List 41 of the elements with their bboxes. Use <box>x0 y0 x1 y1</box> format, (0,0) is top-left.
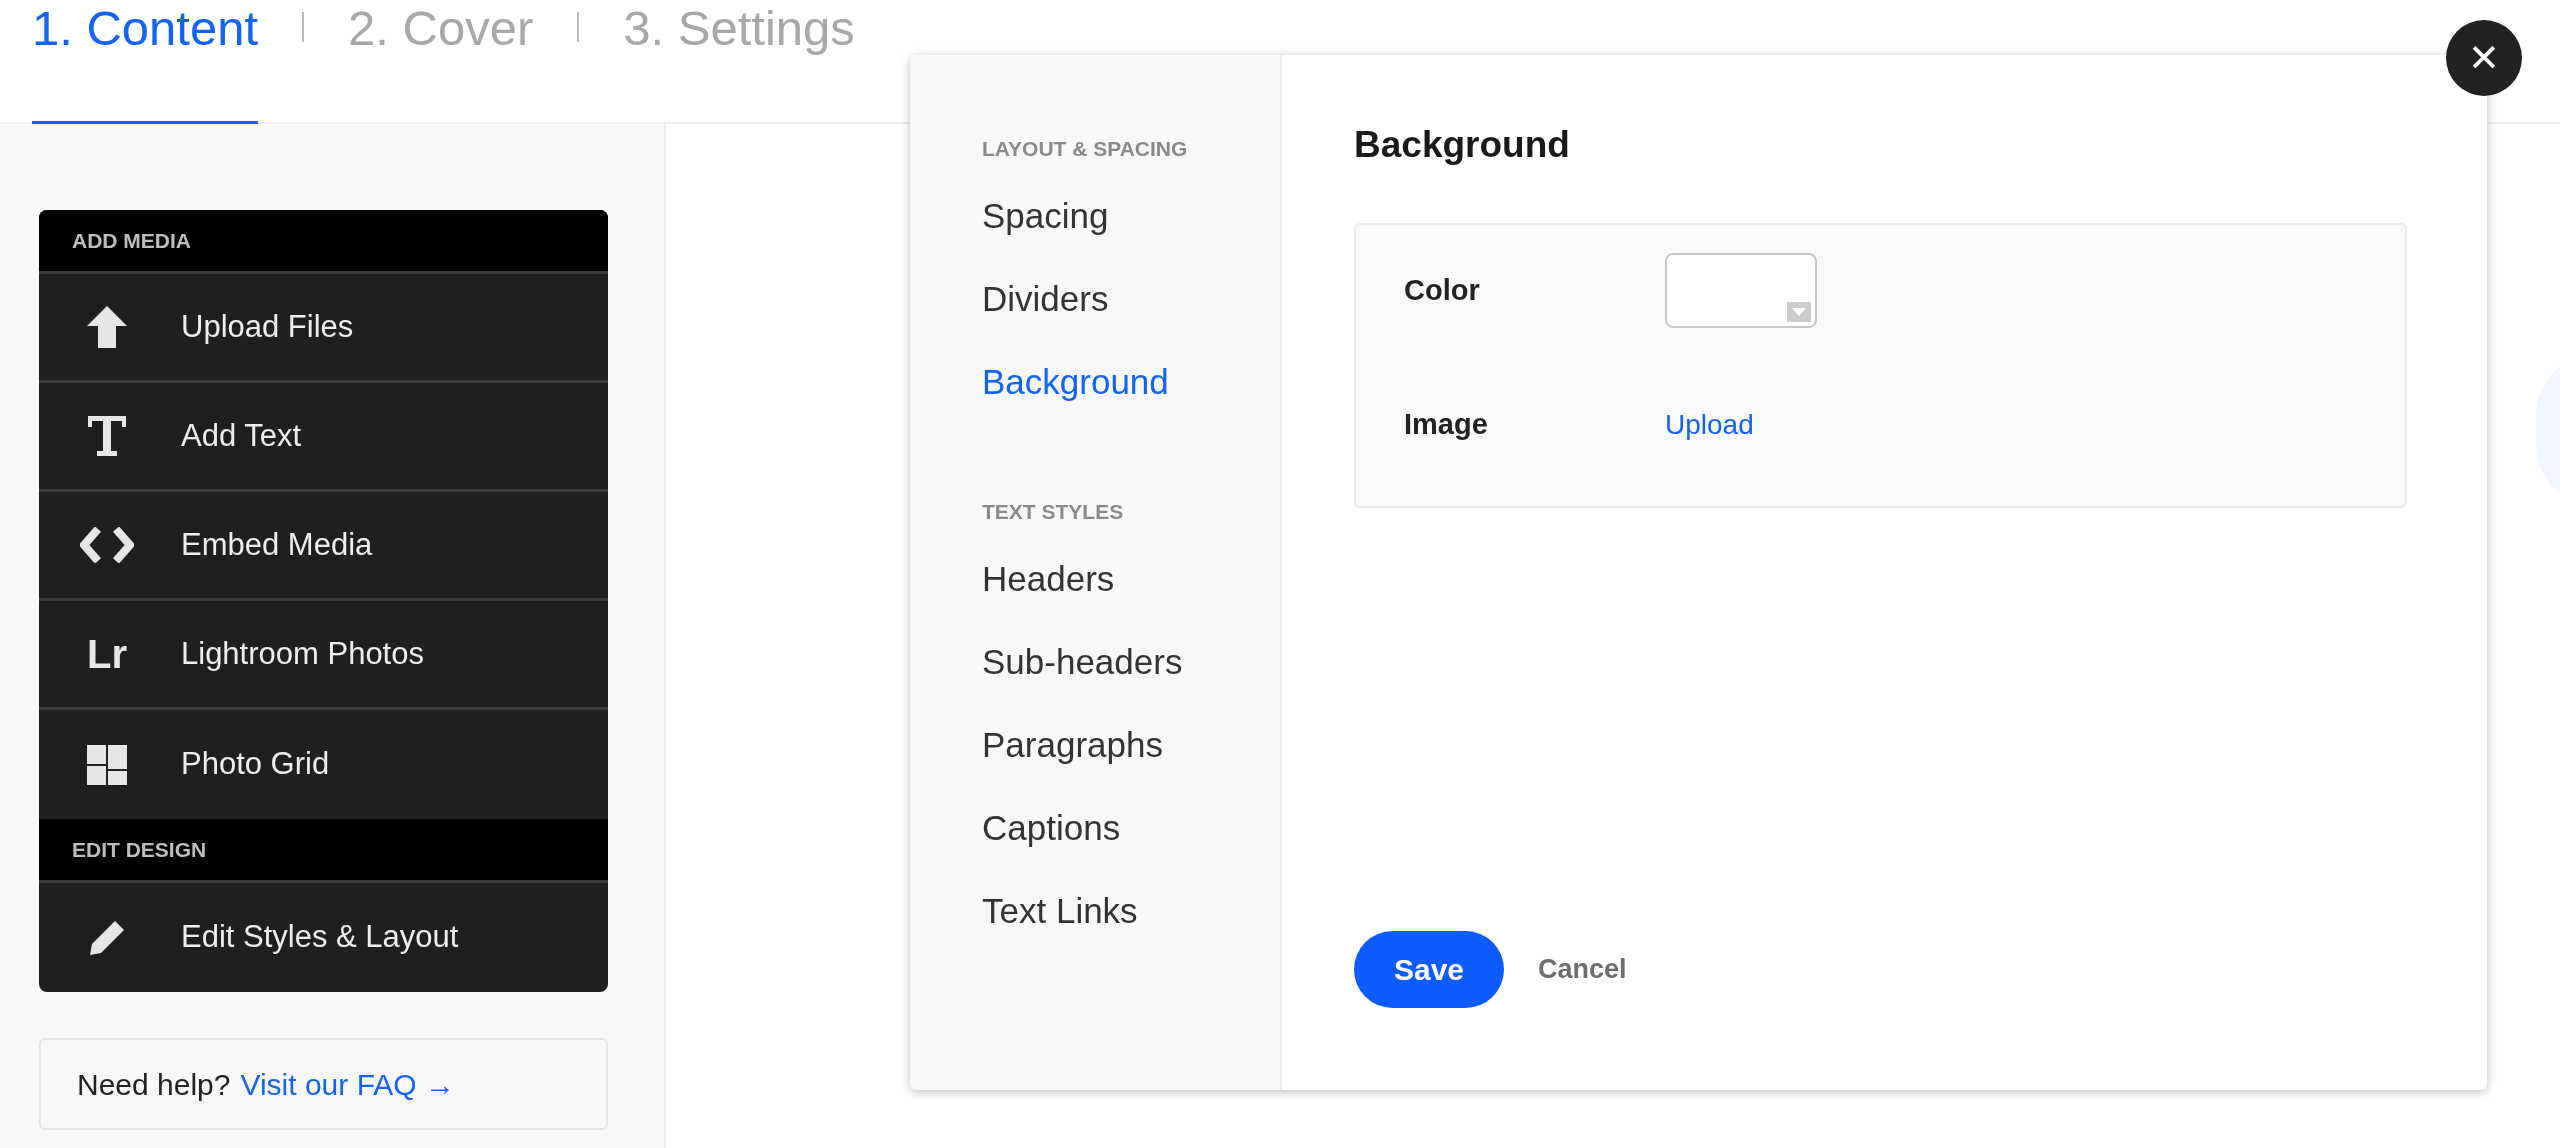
upload-arrow-icon <box>87 306 127 348</box>
menu-item-label: Edit Styles & Layout <box>181 918 459 957</box>
nav-item[interactable]: Paragraphs <box>982 716 1280 773</box>
menu-item[interactable]: Add Text <box>39 383 608 492</box>
field-label: Image <box>1404 406 1489 442</box>
lr-logo-icon: Lr <box>87 624 127 684</box>
grid-icon <box>87 744 127 785</box>
cancel-button[interactable]: Cancel <box>1538 948 1627 990</box>
nav-item[interactable]: Spacing <box>982 187 1280 244</box>
nav-section-title: LAYOUT & SPACING <box>982 136 1189 161</box>
close-button[interactable]: ✕ <box>2446 20 2522 96</box>
menu-item[interactable]: Upload Files <box>39 274 608 383</box>
pencil-icon <box>89 919 125 956</box>
menu-item-label: Add Text <box>181 416 302 455</box>
menu-item-label: Lightroom Photos <box>181 634 424 673</box>
nav-item[interactable]: Background <box>982 353 1280 410</box>
dropdown-caret-icon <box>1787 302 1811 322</box>
menu-item-label: Upload Files <box>181 307 354 346</box>
nav-item[interactable]: Dividers <box>982 270 1280 327</box>
upload-link[interactable]: Upload <box>1665 403 1754 446</box>
code-brackets-icon <box>80 527 134 563</box>
help-text: Need help? <box>77 1066 231 1103</box>
section-header: EDIT DESIGN <box>39 819 608 883</box>
menu-item[interactable]: Edit Styles & Layout <box>39 883 608 992</box>
nav-section-title: TEXT STYLES <box>982 499 1125 524</box>
menu-item[interactable]: Lr Lightroom Photos <box>39 601 608 710</box>
menu-item[interactable]: Embed Media <box>39 492 608 601</box>
letter-t-icon <box>87 416 127 456</box>
nav-item[interactable]: Captions <box>982 799 1280 856</box>
nav-item[interactable]: Sub-headers <box>982 633 1280 690</box>
nav-item[interactable]: Text Links <box>982 882 1280 939</box>
menu-item[interactable]: Photo Grid <box>39 710 608 819</box>
menu-item-label: Photo Grid <box>181 745 330 784</box>
nav-item[interactable]: Headers <box>982 550 1280 607</box>
menu-item-label: Embed Media <box>181 525 373 564</box>
panel-heading: Background <box>1354 123 1571 167</box>
color-picker[interactable] <box>1665 253 1817 328</box>
section-header: ADD MEDIA <box>39 210 608 274</box>
field-label: Color <box>1404 272 1481 308</box>
faq-link[interactable]: Visit our FAQ → <box>240 1061 455 1107</box>
save-button[interactable]: Save <box>1354 930 1504 1008</box>
